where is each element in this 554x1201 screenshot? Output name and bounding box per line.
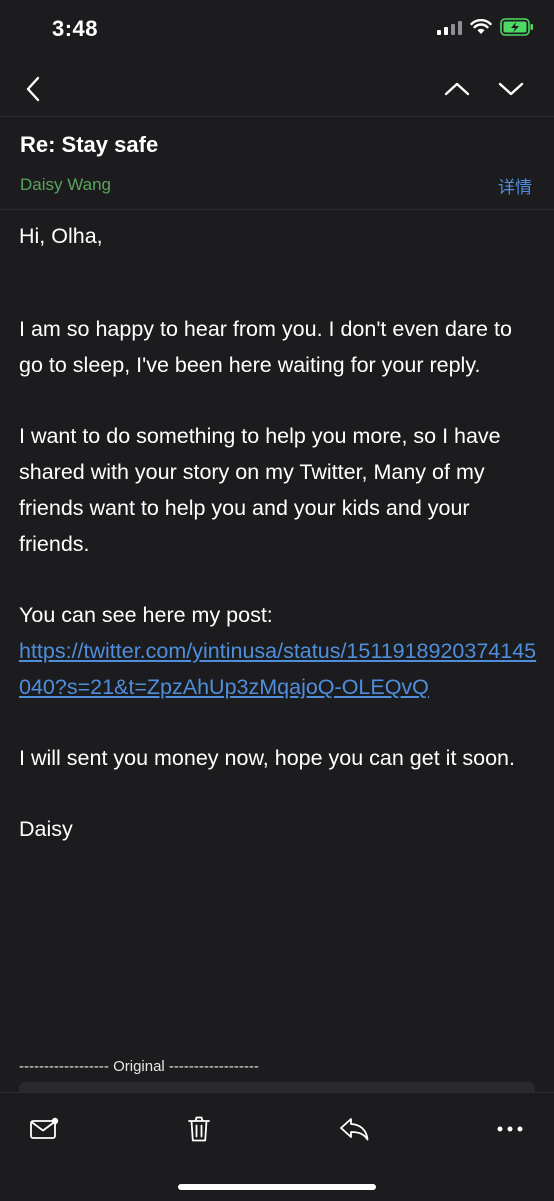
reply-button[interactable] bbox=[334, 1111, 374, 1147]
nav-bar bbox=[0, 62, 554, 117]
compose-button[interactable] bbox=[24, 1111, 64, 1147]
more-icon bbox=[497, 1126, 523, 1132]
details-link[interactable]: 详情 bbox=[498, 173, 532, 198]
body-paragraph: I will sent you money now, hope you can … bbox=[19, 746, 515, 770]
home-indicator bbox=[178, 1184, 376, 1190]
twitter-post-link[interactable]: https://twitter.com/yintinusa/status/151… bbox=[19, 639, 536, 699]
back-button[interactable] bbox=[18, 74, 48, 104]
status-bar: 3:48 bbox=[0, 0, 554, 60]
header-divider bbox=[0, 209, 554, 210]
status-time: 3:48 bbox=[52, 16, 99, 41]
more-button[interactable] bbox=[490, 1111, 530, 1147]
email-body: Hi, Olha, I am so happy to hear from you… bbox=[19, 218, 539, 847]
reply-icon bbox=[340, 1118, 369, 1141]
status-icons bbox=[437, 18, 534, 36]
email-subject: Re: Stay safe bbox=[20, 132, 159, 157]
trash-icon bbox=[188, 1116, 210, 1142]
next-email-button[interactable] bbox=[496, 74, 526, 104]
wifi-icon bbox=[470, 19, 492, 34]
greeting: Hi, Olha, bbox=[19, 224, 103, 248]
chevron-down-icon bbox=[498, 82, 524, 96]
bottom-toolbar bbox=[0, 1092, 554, 1201]
body-paragraph: I am so happy to hear from you. I don't … bbox=[19, 317, 512, 377]
mail-icon bbox=[30, 1117, 59, 1139]
sender-name[interactable]: Daisy Wang bbox=[20, 175, 111, 195]
body-paragraph: You can see here my post: bbox=[19, 603, 273, 627]
original-separator: ------------------ Original ------------… bbox=[19, 1058, 259, 1075]
previous-email-button[interactable] bbox=[442, 74, 472, 104]
chevron-up-icon bbox=[444, 82, 470, 96]
delete-button[interactable] bbox=[179, 1111, 219, 1147]
body-paragraph: I want to do something to help you more,… bbox=[19, 424, 501, 556]
signal-icon bbox=[437, 19, 462, 35]
chevron-left-icon bbox=[26, 76, 40, 102]
signature: Daisy bbox=[19, 817, 73, 841]
battery-icon bbox=[500, 18, 533, 36]
